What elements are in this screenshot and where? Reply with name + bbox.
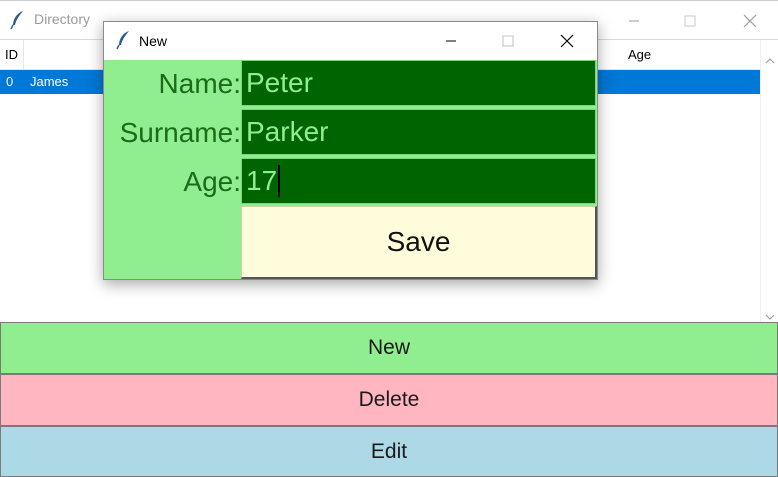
dialog-minimize-button[interactable] — [428, 22, 474, 60]
edit-button[interactable]: Edit — [0, 426, 778, 477]
text-cursor — [278, 165, 281, 197]
cell-id: 0 — [6, 74, 14, 89]
dialog-form: Name: Peter Surname: Parker Age: 17 Save — [104, 60, 597, 279]
cell-name: James — [30, 74, 69, 89]
maximize-button[interactable] — [667, 1, 713, 40]
minimize-button[interactable] — [611, 1, 657, 40]
new-button[interactable]: New — [0, 322, 778, 374]
surname-label: Surname: — [119, 117, 241, 148]
column-header-age[interactable]: Age — [628, 47, 651, 62]
vertical-scrollbar[interactable] — [760, 40, 778, 322]
name-field[interactable]: Peter — [241, 60, 596, 106]
dialog-maximize-button[interactable] — [485, 22, 531, 60]
dialog-title: New — [139, 33, 168, 49]
dialog-titlebar[interactable]: New — [104, 22, 597, 60]
close-button[interactable] — [727, 1, 773, 40]
age-field[interactable]: 17 — [241, 158, 596, 204]
column-header-id[interactable]: ID — [0, 40, 24, 69]
surname-field[interactable]: Parker — [241, 109, 596, 155]
window-title: Directory — [34, 11, 91, 27]
dialog-close-button[interactable] — [544, 22, 590, 60]
feather-icon — [116, 30, 132, 50]
delete-button[interactable]: Delete — [0, 374, 778, 426]
name-label: Name: — [158, 68, 241, 99]
age-label: Age: — [183, 166, 241, 197]
scroll-up-icon[interactable] — [765, 50, 775, 69]
feather-icon — [10, 10, 26, 30]
save-button[interactable]: Save — [241, 206, 597, 279]
new-entry-dialog: New Name: Peter Surname: Parker Age: 17 … — [103, 21, 598, 280]
